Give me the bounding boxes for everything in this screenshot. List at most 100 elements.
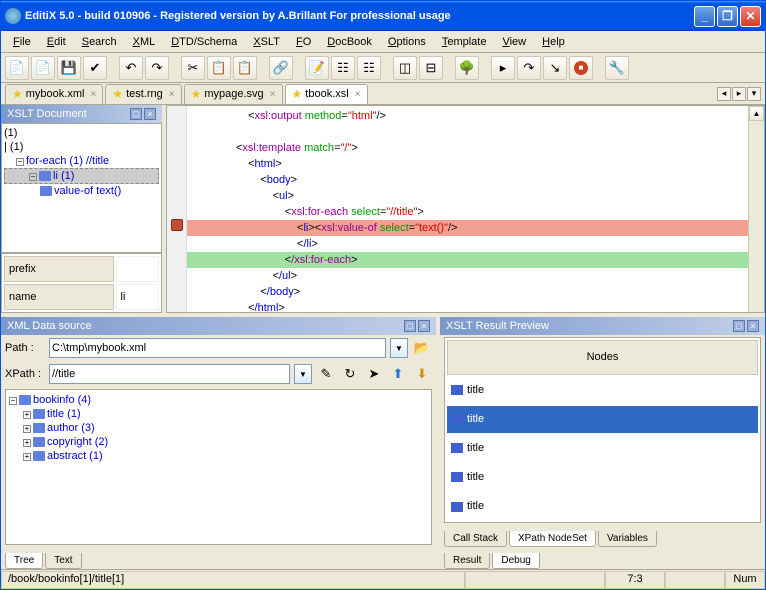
tab-list-button[interactable]: ▾ [747, 87, 761, 101]
menu-fo[interactable]: FO [288, 34, 319, 50]
code-line[interactable]: <xsl:output method="html"/> [187, 108, 748, 124]
node-row[interactable]: title [447, 435, 758, 462]
copy-button[interactable]: 📋 [207, 56, 231, 80]
sub-tab[interactable]: Debug [492, 553, 539, 569]
source-tree[interactable]: −bookinfo (4)+title (1)+author (3)+copyr… [5, 389, 432, 545]
tool-button[interactable]: 🔧 [605, 56, 629, 80]
redo-button[interactable]: ↷ [145, 56, 169, 80]
open-button[interactable]: 📄 [31, 56, 55, 80]
sub-tab[interactable]: Call Stack [444, 531, 507, 547]
source-tree-row[interactable]: −bookinfo (4) [9, 393, 428, 407]
panel-max-button[interactable]: □ [733, 320, 745, 332]
file-tab[interactable]: ★tbook.xsl× [285, 84, 368, 104]
code-line[interactable]: <li><xsl:value-of select="text()"/> [187, 220, 748, 236]
source-tree-row[interactable]: +abstract (1) [9, 449, 428, 463]
code-line[interactable]: </ul> [187, 268, 748, 284]
sub-tab[interactable]: XPath NodeSet [509, 531, 596, 547]
code-line[interactable]: <ul> [187, 188, 748, 204]
panel-max-button[interactable]: □ [404, 320, 416, 332]
nodes-table[interactable]: Nodestitletitletitletitletitle [444, 337, 761, 523]
xpath-input[interactable] [49, 364, 290, 384]
code-line[interactable]: <xsl:template match="/"> [187, 140, 748, 156]
tree-row[interactable]: −for-each (1) //title [4, 154, 159, 168]
xpath-edit-button[interactable]: ✎ [316, 364, 336, 384]
step-over-button[interactable]: ↷ [517, 56, 541, 80]
file-tab[interactable]: ★mybook.xml× [5, 84, 103, 104]
source-tree-row[interactable]: +copyright (2) [9, 435, 428, 449]
xpath-refresh-button[interactable]: ↻ [340, 364, 360, 384]
panel-close-button[interactable]: × [747, 320, 759, 332]
stop-button[interactable]: ■ [569, 56, 593, 80]
menu-xslt[interactable]: XSLT [245, 34, 288, 50]
code-editor[interactable]: <xsl:output method="html"/> <xsl:templat… [166, 105, 765, 313]
prop-value[interactable] [116, 256, 159, 282]
xpath-select-button[interactable]: ➤ [364, 364, 384, 384]
menu-file[interactable]: File [5, 34, 39, 50]
breakpoint-icon[interactable] [171, 219, 183, 231]
run-button[interactable]: ▸ [491, 56, 515, 80]
new-file-button[interactable]: 📄 [5, 56, 29, 80]
tree-row[interactable]: (1) [4, 126, 159, 140]
menu-template[interactable]: Template [434, 34, 495, 50]
menu-xml[interactable]: XML [125, 34, 164, 50]
find-button[interactable]: 🔗 [269, 56, 293, 80]
panel-close-button[interactable]: × [418, 320, 430, 332]
sub-tab[interactable]: Variables [598, 531, 657, 547]
tree-button[interactable]: 🌳 [455, 56, 479, 80]
source-tree-row[interactable]: +author (3) [9, 421, 428, 435]
node-row[interactable]: title [447, 464, 758, 491]
code-line[interactable]: <xsl:for-each select="//title"> [187, 204, 748, 220]
undo-button[interactable]: ↶ [119, 56, 143, 80]
sub-tab[interactable]: Text [45, 553, 81, 569]
code-line[interactable]: </body> [187, 284, 748, 300]
tree-row[interactable]: value-of text() [4, 184, 159, 198]
editor-gutter[interactable] [167, 106, 187, 312]
save-button[interactable]: 💾 [57, 56, 81, 80]
panel-max-button[interactable]: □ [130, 108, 142, 120]
node-row[interactable]: title [447, 406, 758, 433]
close-tab-icon[interactable]: × [169, 89, 175, 100]
maximize-button[interactable]: ❐ [717, 6, 738, 27]
code-line[interactable]: </html> [187, 300, 748, 312]
file-tab[interactable]: ★mypage.svg× [184, 84, 283, 104]
vertical-scrollbar[interactable] [748, 106, 764, 312]
code-line[interactable]: </xsl:for-each> [187, 252, 748, 268]
split-h-button[interactable]: ◫ [393, 56, 417, 80]
prop-value[interactable]: li [116, 284, 159, 310]
menu-dtdschema[interactable]: DTD/Schema [163, 34, 245, 50]
menu-edit[interactable]: Edit [39, 34, 74, 50]
menu-docbook[interactable]: DocBook [319, 34, 380, 50]
node-row[interactable]: title [447, 493, 758, 520]
menu-help[interactable]: Help [534, 34, 573, 50]
code-line[interactable]: <body> [187, 172, 748, 188]
menu-view[interactable]: View [494, 34, 534, 50]
tree-row[interactable]: | (1) [4, 140, 159, 154]
save-all-button[interactable]: ✔ [83, 56, 107, 80]
step-into-button[interactable]: ↘ [543, 56, 567, 80]
sub-tab[interactable]: Result [444, 553, 490, 569]
minimize-button[interactable]: _ [694, 6, 715, 27]
tree-row[interactable]: −li (1) [4, 168, 159, 184]
tab-next-button[interactable]: ▸ [732, 87, 746, 101]
indent-button[interactable]: ☷ [357, 56, 381, 80]
sub-tab[interactable]: Tree [5, 553, 43, 569]
validate-button[interactable]: ☷ [331, 56, 355, 80]
source-tree-row[interactable]: +title (1) [9, 407, 428, 421]
code-line[interactable]: </li> [187, 236, 748, 252]
close-tab-icon[interactable]: × [355, 89, 361, 100]
xpath-next-button[interactable]: ⬇ [412, 364, 432, 384]
menu-search[interactable]: Search [74, 34, 125, 50]
menu-options[interactable]: Options [380, 34, 434, 50]
xslt-tree[interactable]: (1)| (1)−for-each (1) //title−li (1)valu… [1, 123, 162, 253]
paste-button[interactable]: 📋 [233, 56, 257, 80]
path-input[interactable] [49, 338, 386, 358]
node-row[interactable]: title [447, 377, 758, 404]
file-tab[interactable]: ★test.rng× [105, 84, 181, 104]
xpath-prev-button[interactable]: ⬆ [388, 364, 408, 384]
close-tab-icon[interactable]: × [90, 89, 96, 100]
tab-prev-button[interactable]: ◂ [717, 87, 731, 101]
split-v-button[interactable]: ⊟ [419, 56, 443, 80]
cut-button[interactable]: ✂ [181, 56, 205, 80]
code-line[interactable]: <html> [187, 156, 748, 172]
format-button[interactable]: 📝 [305, 56, 329, 80]
